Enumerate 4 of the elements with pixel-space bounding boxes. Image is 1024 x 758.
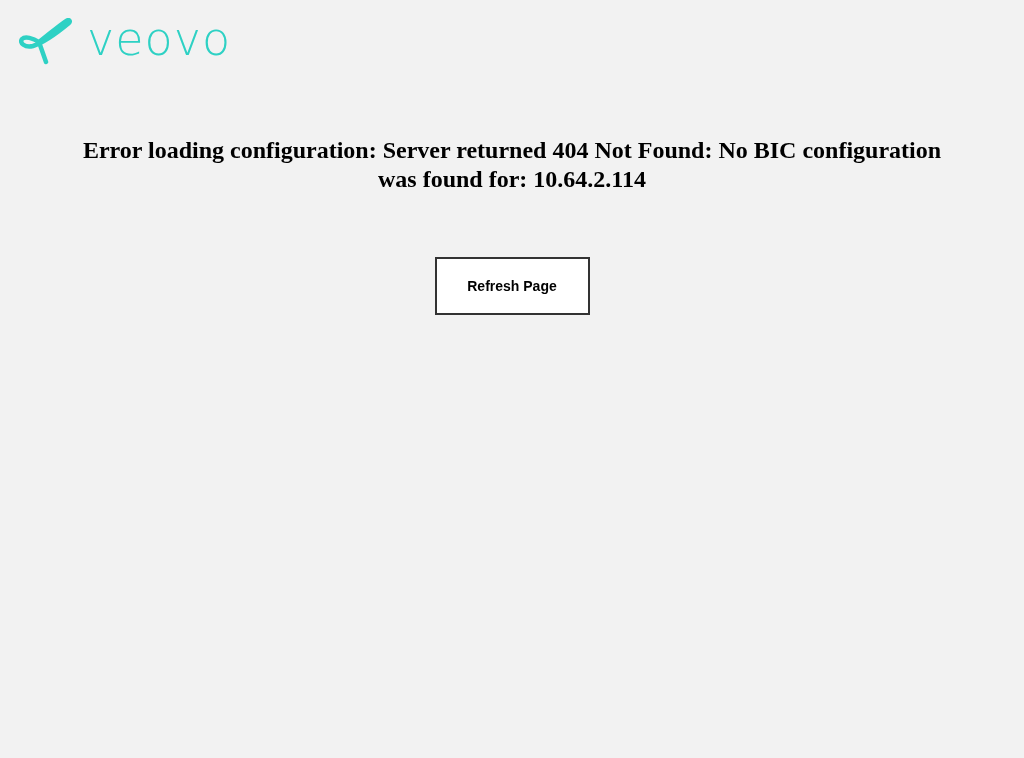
refresh-button[interactable]: Refresh Page [434,257,590,315]
error-message: Error loading configuration: Server returned 404 Not Found: No BIC configuration was found for: 10.64.2.114 [81,136,943,194]
logo-text: veovo [87,16,232,62]
logo-icon [19,18,73,66]
